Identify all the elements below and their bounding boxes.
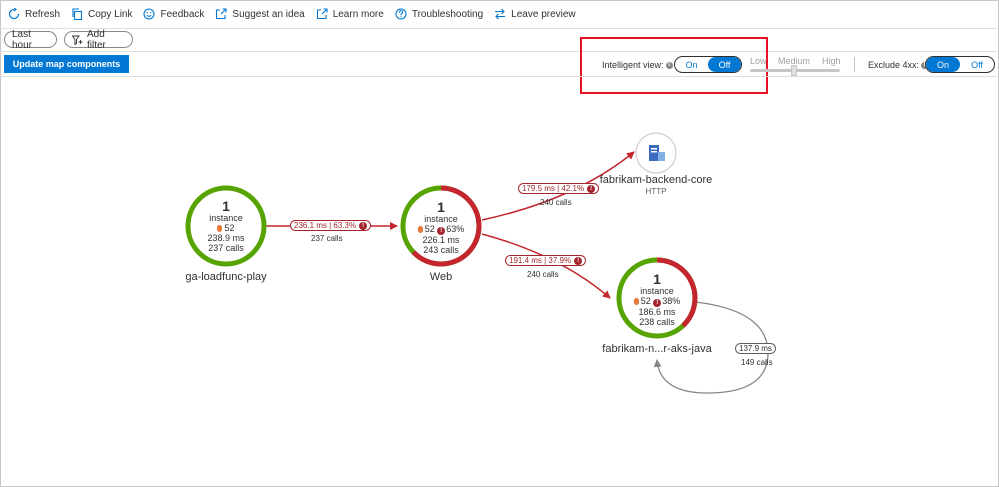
learn-more-link[interactable]: Learn more	[316, 0, 384, 28]
update-map-components-button[interactable]: Update map components	[4, 55, 129, 73]
error-icon: !	[437, 227, 446, 235]
edge-web-java-calls: 240 calls	[527, 270, 559, 279]
java-alerts: 52 ! 38%	[617, 296, 697, 307]
ga-duration: 238.9 ms	[207, 233, 245, 243]
leave-preview-button[interactable]: Leave preview	[494, 0, 576, 28]
exclude-4xx-text: Exclude 4xx:	[868, 60, 920, 70]
feedback-label: Feedback	[160, 8, 205, 20]
java-calls: 238 calls	[639, 317, 675, 327]
web-node-stats: 1 instance 52 ! 63% 226.1 ms 243 calls	[401, 200, 481, 255]
web-duration: 226.1 ms	[422, 235, 460, 245]
troubleshooting-button[interactable]: Troubleshooting	[395, 0, 483, 28]
error-icon: !	[653, 299, 662, 307]
add-filter-button[interactable]: Add filter	[64, 28, 133, 51]
edge-web-backend-badge[interactable]: 179.5 ms | 42.1%!	[518, 183, 600, 194]
alert-icon	[217, 225, 223, 233]
edge-web-backend-calls: 240 calls	[540, 198, 572, 207]
edge-ga-web-metrics: 236.1 ms | 63.3%	[294, 221, 357, 230]
edge-ga-web-calls: 237 calls	[311, 234, 343, 243]
level-high: High	[822, 56, 841, 66]
web-instance-unit: instance	[424, 214, 458, 224]
application-map	[185, 132, 769, 394]
exclude-4xx-label: Exclude 4xx: i	[868, 60, 929, 70]
exclude-4xx-on-label: On	[936, 59, 949, 70]
alert-icon	[633, 298, 639, 306]
refresh-label: Refresh	[25, 8, 61, 20]
error-icon: !	[587, 184, 596, 193]
suggest-idea-label: Suggest an idea	[232, 8, 305, 20]
edge-java-self-calls: 149 calls	[741, 358, 773, 367]
smiley-icon	[143, 8, 156, 20]
java-node-name[interactable]: fabrikam-n...r-aks-java	[587, 343, 727, 355]
time-range-button[interactable]: Last hour	[4, 28, 57, 51]
external-link-icon	[316, 8, 328, 20]
refresh-button[interactable]: Refresh	[8, 0, 60, 28]
ga-instance-unit: instance	[209, 213, 243, 223]
ga-instance-count: 1	[222, 198, 230, 214]
external-link-icon	[215, 8, 227, 20]
error-icon: !	[359, 221, 368, 230]
java-node-stats: 1 instance 52 ! 38% 186.6 ms 238 calls	[617, 272, 697, 327]
filter-divider	[0, 51, 997, 52]
web-alert-count: 52	[424, 224, 435, 234]
learn-more-label: Learn more	[332, 8, 384, 20]
backend-node-type: HTTP	[645, 187, 667, 196]
time-range-label: Last hour	[12, 28, 33, 51]
swap-icon	[494, 8, 506, 20]
copy-link-button[interactable]: Copy Link	[71, 0, 132, 28]
error-icon: !	[574, 256, 583, 265]
edge-web-backend-metrics: 179.5 ms | 42.1%	[522, 184, 585, 193]
feedback-button[interactable]: Feedback	[143, 0, 204, 28]
troubleshooting-label: Troubleshooting	[411, 8, 484, 20]
alert-icon	[417, 226, 423, 234]
edge-web-java-badge[interactable]: 191.4 ms | 37.9%!	[505, 255, 587, 266]
suggest-idea-link[interactable]: Suggest an idea	[215, 0, 305, 28]
update-map-components-label: Update map components	[12, 59, 121, 69]
java-failure-rate: 38%	[662, 296, 681, 306]
add-filter-label: Add filter	[87, 28, 106, 51]
leave-preview-label: Leave preview	[511, 8, 576, 20]
web-calls: 243 calls	[423, 245, 459, 255]
java-instance-count: 1	[653, 271, 661, 287]
edge-java-self-badge[interactable]: 137.9 ms	[735, 343, 776, 354]
exclude-4xx-off-label: Off	[971, 59, 983, 70]
refresh-icon	[8, 8, 20, 20]
exclude-4xx-toggle: On Off	[925, 56, 995, 73]
edge-java-self-metrics: 137.9 ms	[739, 344, 772, 353]
ga-alert-count: 52	[224, 223, 235, 233]
exclude-4xx-off[interactable]: Off	[960, 57, 994, 72]
ga-alerts: 52	[186, 223, 266, 233]
ga-node-name[interactable]: ga-loadfunc-play	[156, 271, 296, 283]
web-instance-count: 1	[437, 199, 445, 215]
exclude-4xx-on[interactable]: On	[926, 57, 960, 72]
web-alerts: 52 ! 63%	[401, 224, 481, 235]
ga-calls: 237 calls	[208, 243, 244, 253]
sensitivity-slider-thumb[interactable]	[791, 65, 797, 76]
edge-ga-web-badge[interactable]: 236.1 ms | 63.3%!	[290, 220, 372, 231]
java-duration: 186.6 ms	[638, 307, 676, 317]
options-divider	[854, 57, 855, 72]
backend-node-name[interactable]: fabrikam-backend-core	[586, 174, 726, 186]
toolbar-divider	[0, 28, 997, 29]
copy-icon	[71, 8, 83, 20]
edge-web-java[interactable]	[481, 233, 611, 299]
web-failure-rate: 63%	[446, 224, 465, 234]
filter-add-icon	[72, 35, 83, 45]
web-node-name[interactable]: Web	[401, 271, 481, 283]
toolbar: Refresh Copy Link Feedback Suggest an id…	[0, 0, 997, 28]
edge-web-java-metrics: 191.4 ms | 37.9%	[509, 256, 572, 265]
help-icon	[395, 8, 407, 20]
java-alert-count: 52	[640, 296, 651, 306]
copy-link-label: Copy Link	[88, 8, 133, 20]
java-instance-unit: instance	[640, 286, 674, 296]
ga-node-stats: 1 instance 52 238.9 ms 237 calls	[186, 199, 266, 253]
level-low: Low	[750, 56, 767, 66]
